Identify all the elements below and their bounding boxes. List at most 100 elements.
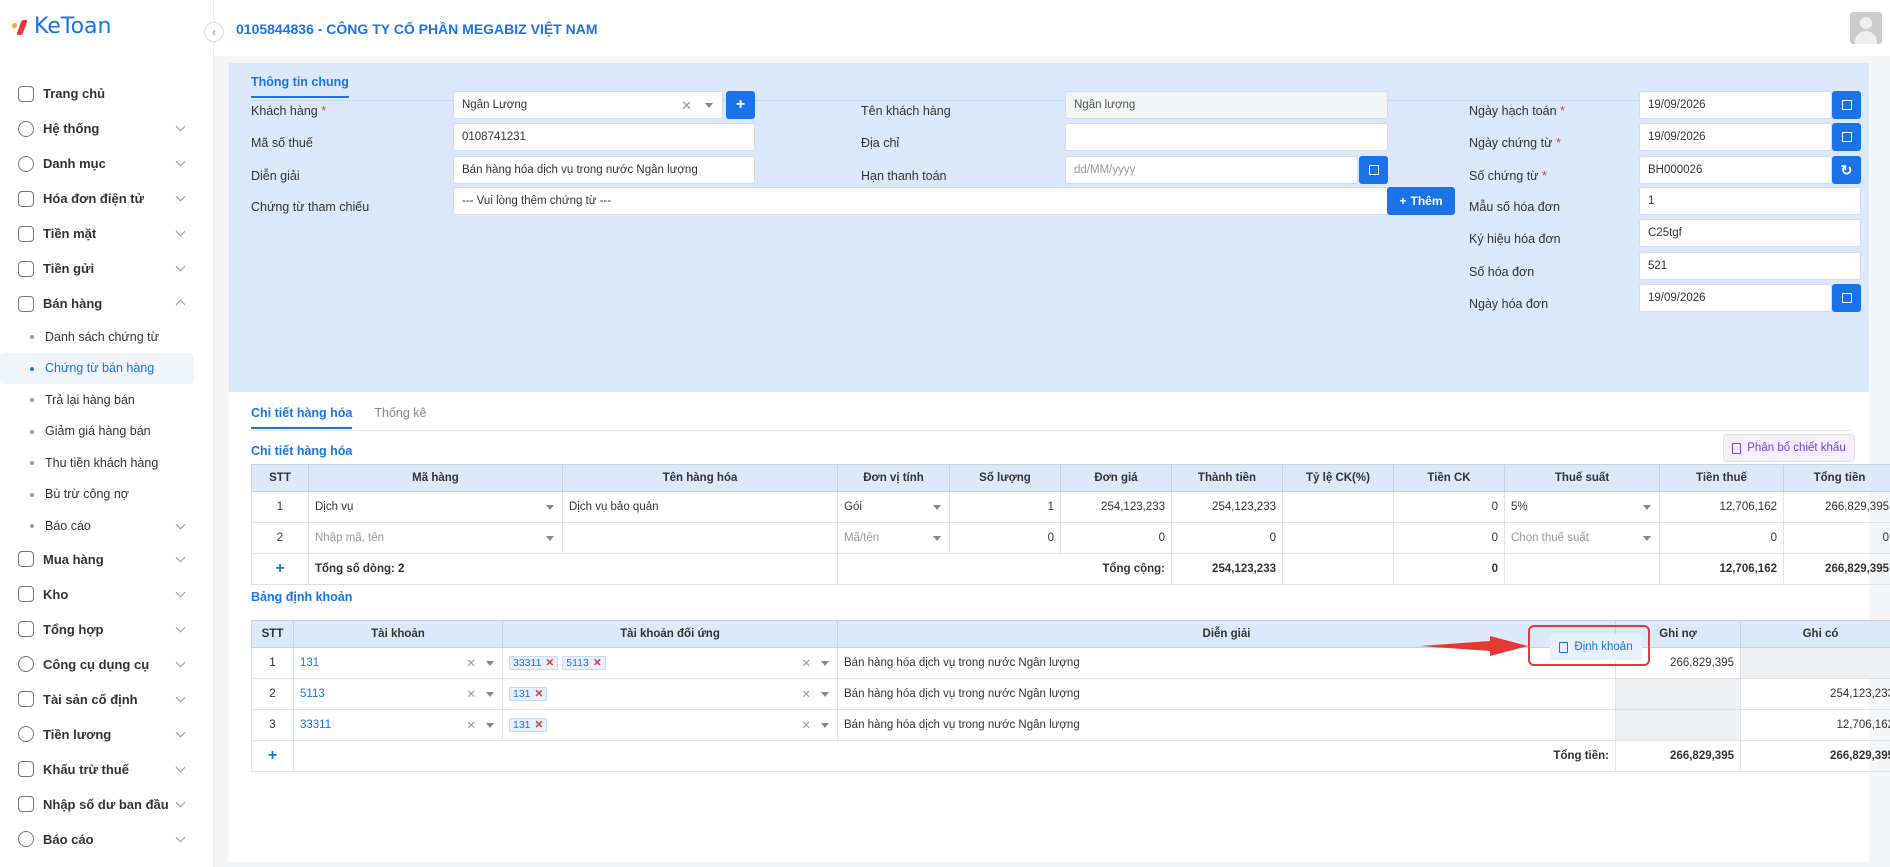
- sidebar-item-trang-chu[interactable]: Trang chủ: [0, 76, 214, 111]
- doc-date-picker-button[interactable]: [1832, 123, 1861, 151]
- sub-item-danh-sach[interactable]: Danh sách chứng từ: [0, 321, 214, 353]
- sidebar-item-cong-cu[interactable]: Công cụ dụng cụ: [0, 647, 214, 682]
- tab-thong-ke[interactable]: Thống kê: [374, 406, 426, 429]
- remove-tag-icon[interactable]: ✕: [535, 719, 544, 731]
- account-select[interactable]: 5113 ✕: [293, 678, 503, 710]
- amount-cell[interactable]: 0: [1171, 522, 1283, 554]
- invoice-symbol-field[interactable]: C25tgf: [1639, 219, 1861, 247]
- entry-desc-cell[interactable]: Bán hàng hóa dịch vụ trong nước Ngân lượ…: [837, 678, 1616, 710]
- collapse-sidebar-button[interactable]: ‹: [204, 22, 224, 42]
- sidebar-item-label: Tiền mặt: [43, 226, 97, 241]
- clear-icon[interactable]: ✕: [466, 718, 476, 732]
- tax-code-field[interactable]: 0108741231: [453, 123, 755, 151]
- ck-cell[interactable]: 0: [1393, 522, 1505, 554]
- sidebar-item-tai-san[interactable]: Tài sản cố định: [0, 682, 214, 717]
- sub-item-chung-tu-ban-hang[interactable]: Chứng từ bán hàng: [0, 352, 194, 384]
- credit-cell[interactable]: 254,123,233: [1740, 678, 1890, 710]
- plus-icon: +: [275, 560, 285, 577]
- add-customer-button[interactable]: +: [726, 91, 755, 119]
- col-header: Tổng tiền: [1783, 464, 1890, 492]
- sidebar-item-bao-cao[interactable]: Báo cáo: [0, 822, 214, 857]
- doc-number-field[interactable]: BH000026: [1639, 156, 1832, 184]
- clear-icon[interactable]: ✕: [801, 656, 811, 670]
- doc-date-field[interactable]: 19/09/2026: [1639, 123, 1832, 151]
- invoice-number-field[interactable]: 521: [1639, 252, 1861, 280]
- unit-select[interactable]: Mã/tên: [837, 522, 950, 554]
- sidebar-item-mua-hang[interactable]: Mua hàng: [0, 542, 214, 577]
- sidebar-item-danh-muc[interactable]: Danh mục: [0, 146, 214, 181]
- post-entries-button[interactable]: Định khoản: [1550, 634, 1642, 660]
- sub-item-tra-lai[interactable]: Trả lại hàng bán: [0, 384, 214, 416]
- sidebar-item-kho[interactable]: Kho: [0, 577, 214, 612]
- tax-rate-select[interactable]: 5%: [1504, 491, 1660, 523]
- due-date-picker-button[interactable]: [1359, 156, 1388, 184]
- logo-text: KeToan: [34, 14, 112, 39]
- qty-cell[interactable]: 1: [949, 491, 1061, 523]
- clear-icon[interactable]: ✕: [681, 98, 692, 114]
- price-cell[interactable]: 254,123,233: [1060, 491, 1172, 523]
- add-reference-button[interactable]: + Thêm: [1387, 187, 1455, 215]
- sub-item-giam-gia[interactable]: Giảm giá hàng bán: [0, 416, 214, 448]
- ck-cell[interactable]: 0: [1393, 491, 1505, 523]
- sidebar-item-tien-gui[interactable]: Tiền gửi: [0, 251, 214, 286]
- description-field[interactable]: Bán hàng hóa dịch vụ trong nước Ngân lượ…: [453, 156, 755, 184]
- refresh-doc-number-button[interactable]: ↻: [1832, 156, 1861, 184]
- tax-rate-select[interactable]: Chọn thuế suất: [1504, 522, 1660, 554]
- address-field[interactable]: [1065, 123, 1388, 151]
- ck-rate-cell[interactable]: [1282, 522, 1394, 554]
- customer-select[interactable]: Ngân Lượng ✕: [453, 91, 723, 119]
- invoice-date-picker-button[interactable]: [1832, 284, 1861, 312]
- invoice-form-field[interactable]: 1: [1639, 187, 1861, 215]
- item-code-select[interactable]: Dịch vụ: [308, 491, 563, 523]
- sidebar-item-tien-luong[interactable]: Tiền lương: [0, 717, 214, 752]
- col-header: Mã hàng: [308, 464, 563, 492]
- sidebar-item-khau-tru[interactable]: Khấu trừ thuế: [0, 752, 214, 787]
- account-select[interactable]: 131 ✕: [293, 647, 503, 679]
- credit-cell[interactable]: 12,706,162: [1740, 709, 1890, 741]
- sidebar-item-ban-hang[interactable]: Bán hàng: [0, 286, 214, 321]
- sidebar-item-nhap-so-du[interactable]: Nhập số dư ban đầu: [0, 787, 214, 822]
- remove-tag-icon[interactable]: ✕: [545, 657, 554, 669]
- table-row: 3 33311 ✕ 131 ✕ ✕ Bán hàng hóa dịch vụ tron…: [251, 709, 1890, 741]
- allocate-discount-button[interactable]: Phân bổ chiết khấu: [1723, 434, 1855, 462]
- clear-icon[interactable]: ✕: [801, 687, 811, 701]
- remove-tag-icon[interactable]: ✕: [535, 688, 544, 700]
- sidebar-item-hoa-don[interactable]: Hóa đơn điện tử: [0, 181, 214, 216]
- add-row-button[interactable]: +: [251, 553, 309, 585]
- amount-cell[interactable]: 254,123,233: [1171, 491, 1283, 523]
- ck-rate-cell[interactable]: [1282, 491, 1394, 523]
- unit-select[interactable]: Gói: [837, 491, 950, 523]
- counter-account-select[interactable]: 33311 ✕ 5113 ✕ ✕: [502, 647, 838, 679]
- reference-field[interactable]: --- Vui lòng thêm chứng từ ---: [453, 187, 1388, 215]
- sidebar-item-tong-hop[interactable]: Tổng hợp: [0, 612, 214, 647]
- tab-general-info[interactable]: Thông tin chung: [251, 75, 349, 98]
- account-select[interactable]: 33311 ✕: [293, 709, 503, 741]
- item-name-cell[interactable]: [562, 522, 838, 554]
- item-name-cell[interactable]: Dịch vụ bảo quản: [562, 491, 838, 523]
- clear-icon[interactable]: ✕: [801, 718, 811, 732]
- counter-account-select[interactable]: 131 ✕ ✕: [502, 709, 838, 741]
- price-cell[interactable]: 0: [1060, 522, 1172, 554]
- clear-icon[interactable]: ✕: [466, 687, 476, 701]
- post-date-field[interactable]: 19/09/2026: [1639, 91, 1832, 119]
- add-entry-button[interactable]: +: [251, 740, 294, 772]
- clear-icon[interactable]: ✕: [466, 656, 476, 670]
- avatar[interactable]: [1850, 12, 1882, 44]
- due-date-field[interactable]: dd/MM/yyyy: [1065, 156, 1358, 184]
- sub-item-thu-tien[interactable]: Thu tiền khách hàng: [0, 447, 214, 479]
- invoice-date-field[interactable]: 19/09/2026: [1639, 284, 1832, 312]
- customer-name-field[interactable]: Ngân lượng: [1065, 91, 1388, 119]
- item-code-select[interactable]: Nhập mã, tên: [308, 522, 563, 554]
- sidebar-item-tien-mat[interactable]: Tiền mặt: [0, 216, 214, 251]
- sub-item-bao-cao[interactable]: Báo cáo: [0, 510, 214, 542]
- entry-desc-cell[interactable]: Bán hàng hóa dịch vụ trong nước Ngân lượ…: [837, 709, 1616, 741]
- logo[interactable]: KeToan: [12, 14, 111, 39]
- remove-tag-icon[interactable]: ✕: [593, 657, 602, 669]
- sidebar-item-he-thong[interactable]: Hệ thống: [0, 111, 214, 146]
- tab-chi-tiet[interactable]: Chi tiết hàng hóa: [251, 406, 353, 429]
- sidebar-item-label: Nhập số dư ban đầu: [43, 796, 169, 812]
- qty-cell[interactable]: 0: [949, 522, 1061, 554]
- post-date-picker-button[interactable]: [1832, 91, 1861, 119]
- sub-item-bu-tru[interactable]: Bù trừ công nợ: [0, 479, 214, 511]
- counter-account-select[interactable]: 131 ✕ ✕: [502, 678, 838, 710]
